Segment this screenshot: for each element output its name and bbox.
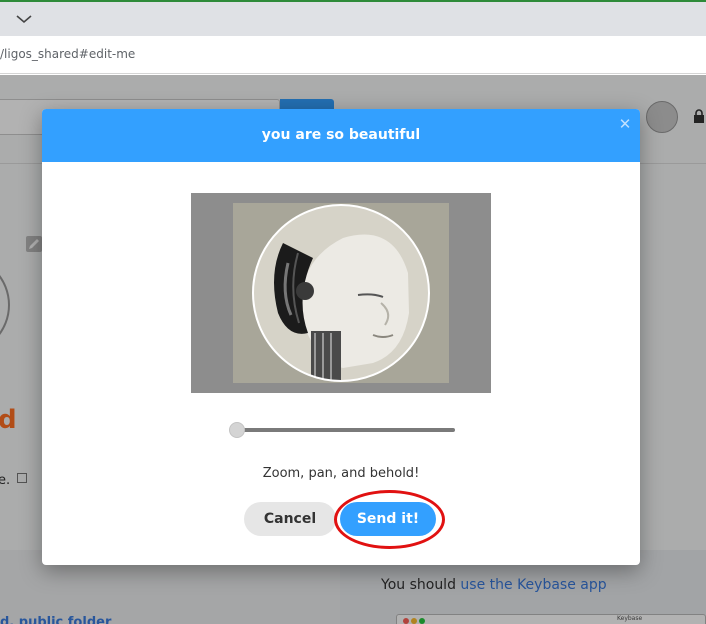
image-cropper[interactable] xyxy=(191,193,491,393)
zoom-slider[interactable] xyxy=(227,419,455,443)
close-icon[interactable]: ✕ xyxy=(617,115,633,133)
cancel-button[interactable]: Cancel xyxy=(244,502,336,536)
browser-tab-bar xyxy=(0,0,706,36)
modal-header: you are so beautiful ✕ xyxy=(42,109,640,162)
avatar-upload-modal: you are so beautiful ✕ Zoom, pan, and be… xyxy=(42,109,640,565)
robot-portrait-image xyxy=(233,203,449,383)
profile-photo[interactable] xyxy=(233,203,449,383)
zoom-slider-track[interactable] xyxy=(235,428,455,432)
highlight-annotation xyxy=(334,490,445,549)
zoom-slider-handle[interactable] xyxy=(229,422,245,438)
address-bar[interactable]: /ligos_shared#edit-me xyxy=(0,36,706,74)
modal-title: you are so beautiful xyxy=(261,127,421,143)
url-text[interactable]: /ligos_shared#edit-me xyxy=(0,47,135,61)
zoom-hint: Zoom, pan, and behold! xyxy=(262,466,420,481)
chevron-down-icon[interactable] xyxy=(14,9,34,29)
